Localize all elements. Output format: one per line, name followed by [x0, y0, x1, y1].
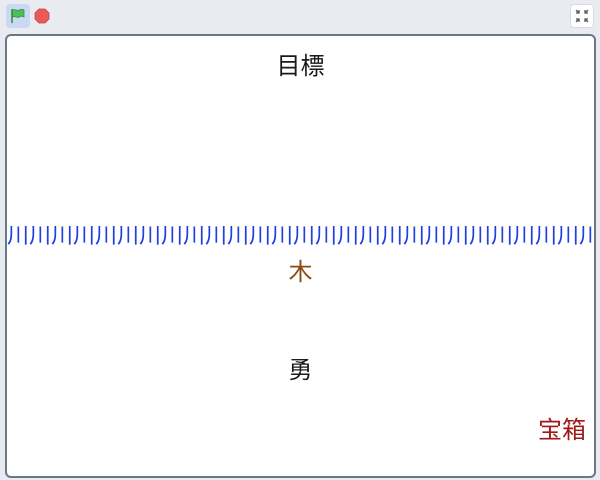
exit-fullscreen-button[interactable]: [570, 4, 594, 28]
exit-fullscreen-icon: [575, 9, 589, 23]
river-sprite[interactable]: 川川川川川川川川川川川川川川川川川川川川川川川川川川川川川川川川川川川川川川川川…: [7, 226, 594, 248]
treasure-chest-sprite[interactable]: 宝箱: [538, 418, 586, 442]
stop-button[interactable]: [30, 4, 54, 28]
stop-icon: [34, 8, 50, 24]
green-flag-button[interactable]: [6, 4, 30, 28]
stage-toolbar: [0, 0, 600, 32]
green-flag-icon: [11, 9, 25, 23]
goal-sprite[interactable]: 目標: [7, 54, 594, 78]
tree-sprite[interactable]: 木: [7, 260, 594, 284]
hero-sprite[interactable]: 勇: [7, 358, 594, 382]
stage-canvas[interactable]: 目標 川川川川川川川川川川川川川川川川川川川川川川川川川川川川川川川川川川川川川…: [5, 34, 596, 478]
